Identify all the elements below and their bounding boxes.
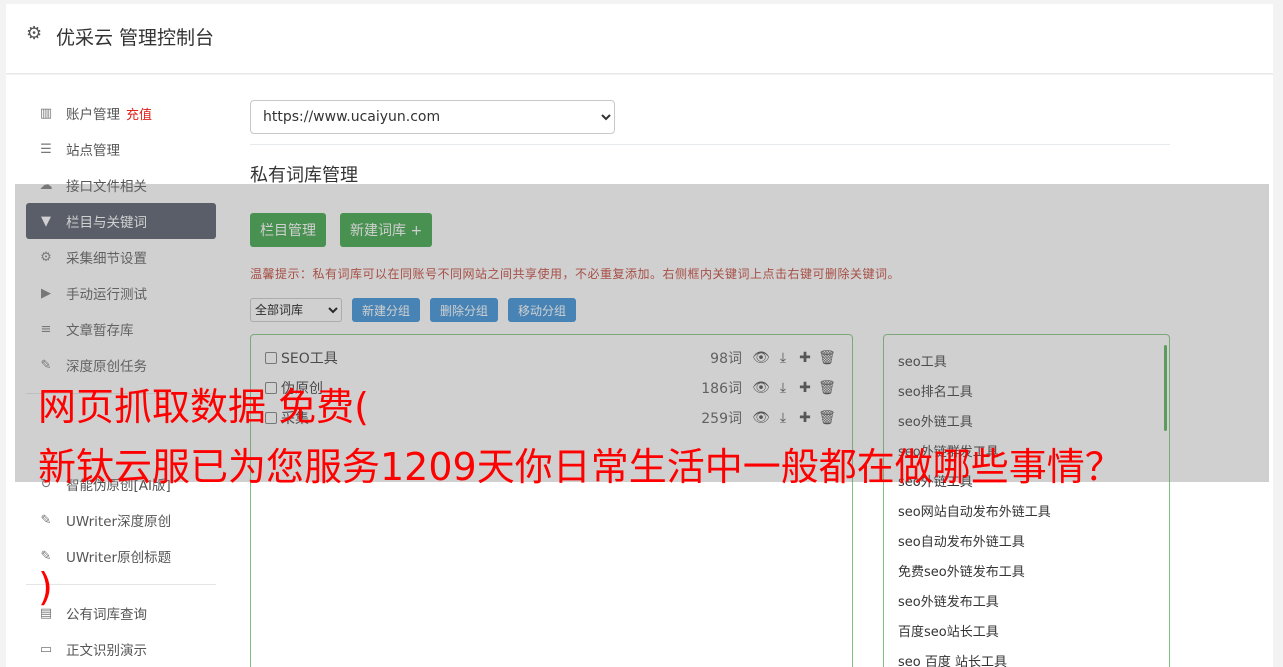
sidebar-item-label: 公有词库查询 [66, 607, 147, 623]
gear-icon: ⚙ [26, 23, 43, 44]
site-select[interactable]: https://www.ucaiyun.com [250, 100, 615, 134]
sidebar-item-label: UWriter原创标题 [66, 550, 172, 566]
keyword-item[interactable]: 免费seo外链发布工具 [898, 555, 1155, 585]
overlay-text-line1: 网页抓取数据 免费( [38, 385, 369, 429]
sidebar-item-uwriter-deep[interactable]: ✎ UWriter深度原创 [26, 502, 216, 538]
app-title: 优采云 管理控制台 [56, 27, 215, 49]
sidebar-item-public-lexicon[interactable]: ▤ 公有词库查询 [26, 595, 216, 631]
sidebar-item-account[interactable]: ▥ 账户管理 充值 [26, 95, 216, 131]
sidebar-item-label: 站点管理 [66, 143, 120, 159]
top-header: ⚙ 优采云 管理控制台 [6, 4, 1273, 74]
sidebar-item-sites[interactable]: ☰ 站点管理 [26, 131, 216, 167]
monitor-icon: ▭ [39, 641, 53, 657]
overlay-text-line2: 新钛云服已为您服务1209天你日常生活中一般都在做哪些事情？ [38, 445, 1123, 489]
keyword-item[interactable]: seo网站自动发布外链工具 [898, 495, 1155, 525]
edit-icon: ✎ [40, 548, 52, 564]
bar-chart-icon: ▥ [39, 105, 53, 121]
server-icon: ☰ [40, 141, 52, 157]
keyword-item[interactable]: seo 百度 站长工具 [898, 645, 1155, 667]
sidebar-item-label: 正文识别演示 [66, 643, 147, 659]
divider [250, 144, 1170, 145]
sidebar-item-uwriter-title[interactable]: ✎ UWriter原创标题 [26, 538, 216, 574]
edit-icon: ✎ [40, 512, 52, 528]
keyword-item[interactable]: seo自动发布外链工具 [898, 525, 1155, 555]
keyword-item[interactable]: seo外链发布工具 [898, 585, 1155, 615]
sidebar-item-text-recognition[interactable]: ▭ 正文识别演示 [26, 631, 216, 667]
recharge-link[interactable]: 充值 [126, 104, 152, 123]
keyword-item[interactable]: 百度seo站长工具 [898, 615, 1155, 645]
sidebar-item-label: UWriter深度原创 [66, 514, 172, 530]
overlay-text-line3: ) [38, 565, 53, 609]
gray-overlay [15, 184, 1269, 482]
sidebar-item-label: 账户管理 [66, 107, 120, 123]
sidebar-divider [26, 584, 216, 585]
